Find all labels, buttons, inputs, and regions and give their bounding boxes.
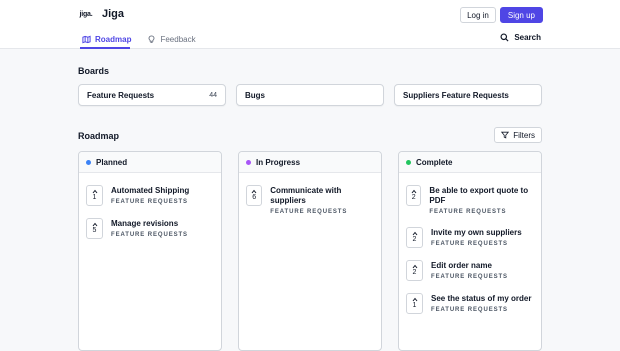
board-name: Feature Requests xyxy=(87,90,155,100)
post-board: FEATURE REQUESTS xyxy=(270,209,348,215)
column-header: Complete xyxy=(399,152,541,173)
column-body: 6 Communicate with suppliers FEATURE REQ… xyxy=(239,173,381,215)
post-board: FEATURE REQUESTS xyxy=(431,307,508,313)
roadmap-post[interactable]: 2 Be able to export quote to PDF FEATURE… xyxy=(406,185,534,215)
roadmap-post[interactable]: 6 Communicate with suppliers FEATURE REQ… xyxy=(246,185,374,215)
upvote-button[interactable]: 1 xyxy=(406,293,423,314)
lightbulb-icon xyxy=(148,34,155,43)
top-bar: jiga. Jiga Log in Sign up Roadmap Feedba… xyxy=(0,0,620,49)
column-header: Planned xyxy=(79,152,221,173)
post-title[interactable]: Be able to export quote to PDF xyxy=(429,186,534,206)
nav-tab-label: Feedback xyxy=(160,34,196,44)
post-board: FEATURE REQUESTS xyxy=(429,209,507,215)
column-title: Complete xyxy=(416,157,453,167)
post-board: FEATURE REQUESTS xyxy=(431,274,508,280)
post-title[interactable]: Communicate with suppliers xyxy=(270,186,374,206)
roadmap-post[interactable]: 2 Invite my own suppliers FEATURE REQUES… xyxy=(406,227,534,248)
nav-tab-label: Roadmap xyxy=(95,34,132,44)
roadmap-heading: Roadmap xyxy=(78,131,120,141)
search-button[interactable]: Search xyxy=(500,33,541,42)
column-body: 2 Be able to export quote to PDF FEATURE… xyxy=(399,173,541,314)
signup-button[interactable]: Sign up xyxy=(499,7,543,23)
column-header: In Progress xyxy=(239,152,381,173)
post-title[interactable]: See the status of my order xyxy=(431,294,531,304)
post-title[interactable]: Manage revisions xyxy=(111,219,188,229)
board-card-suppliers-feature-requests[interactable]: Suppliers Feature Requests xyxy=(394,84,542,106)
vote-count: 1 xyxy=(92,194,97,201)
search-label: Search xyxy=(514,33,541,42)
roadmap-post[interactable]: 1 Automated Shipping FEATURE REQUESTS xyxy=(86,185,214,206)
boards-heading: Boards xyxy=(78,66,110,76)
board-card-bugs[interactable]: Bugs xyxy=(236,84,384,106)
board-post-count: 44 xyxy=(209,91,217,99)
vote-count: 5 xyxy=(92,227,97,234)
status-dot xyxy=(406,159,411,165)
board-name: Suppliers Feature Requests xyxy=(403,90,509,100)
roadmap-column-planned: Planned 1 Automated Shipping FEATURE REQ… xyxy=(78,151,222,351)
board-name: Bugs xyxy=(245,90,265,100)
roadmap-column-complete: Complete 2 Be able to export quote to PD… xyxy=(398,151,542,351)
nav-tab-roadmap[interactable]: Roadmap xyxy=(82,33,131,45)
auth-buttons: Log in Sign up xyxy=(460,7,543,23)
roadmap-post[interactable]: 2 Edit order name FEATURE REQUESTS xyxy=(406,260,534,281)
post-board: FEATURE REQUESTS xyxy=(431,241,508,247)
brand-name: Jiga xyxy=(102,8,125,20)
column-title: In Progress xyxy=(256,157,301,167)
board-card-feature-requests[interactable]: Feature Requests 44 xyxy=(78,84,226,106)
filters-button[interactable]: Filters xyxy=(494,127,542,143)
active-tab-indicator xyxy=(80,47,130,49)
status-dot xyxy=(246,159,251,165)
vote-count: 1 xyxy=(412,302,417,309)
roadmap-column-in-progress: In Progress 6 Communicate with suppliers… xyxy=(238,151,382,351)
vote-count: 2 xyxy=(412,269,417,276)
upvote-button[interactable]: 1 xyxy=(86,185,103,206)
nav-tab-feedback[interactable]: Feedback xyxy=(147,33,196,45)
brand[interactable]: jiga. Jiga xyxy=(78,6,124,22)
vote-count: 2 xyxy=(412,236,417,243)
column-body: 1 Automated Shipping FEATURE REQUESTS 5 … xyxy=(79,173,221,239)
upvote-button[interactable]: 6 xyxy=(246,185,263,206)
roadmap-post[interactable]: 5 Manage revisions FEATURE REQUESTS xyxy=(86,218,214,239)
upvote-button[interactable]: 2 xyxy=(406,185,422,206)
boards-list: Feature Requests 44 Bugs Suppliers Featu… xyxy=(78,84,542,106)
company-logo: jiga. xyxy=(79,10,93,18)
post-title[interactable]: Automated Shipping xyxy=(111,186,189,196)
status-dot xyxy=(86,159,91,165)
column-title: Planned xyxy=(96,157,128,167)
roadmap-post[interactable]: 1 See the status of my order FEATURE REQ… xyxy=(406,293,534,314)
roadmap-columns: Planned 1 Automated Shipping FEATURE REQ… xyxy=(78,151,542,351)
upvote-button[interactable]: 2 xyxy=(406,227,423,248)
search-icon xyxy=(500,33,509,42)
vote-count: 2 xyxy=(411,194,416,201)
map-icon xyxy=(82,35,91,43)
vote-count: 6 xyxy=(252,194,257,201)
main-nav: Roadmap Feedback xyxy=(82,33,196,45)
filter-icon xyxy=(501,131,510,139)
post-title[interactable]: Invite my own suppliers xyxy=(431,228,522,238)
post-board: FEATURE REQUESTS xyxy=(111,232,188,238)
post-title[interactable]: Edit order name xyxy=(431,261,508,271)
upvote-button[interactable]: 2 xyxy=(406,260,423,281)
filters-label: Filters xyxy=(513,130,535,140)
login-button[interactable]: Log in xyxy=(460,7,496,23)
post-board: FEATURE REQUESTS xyxy=(111,199,188,205)
upvote-button[interactable]: 5 xyxy=(86,218,103,239)
